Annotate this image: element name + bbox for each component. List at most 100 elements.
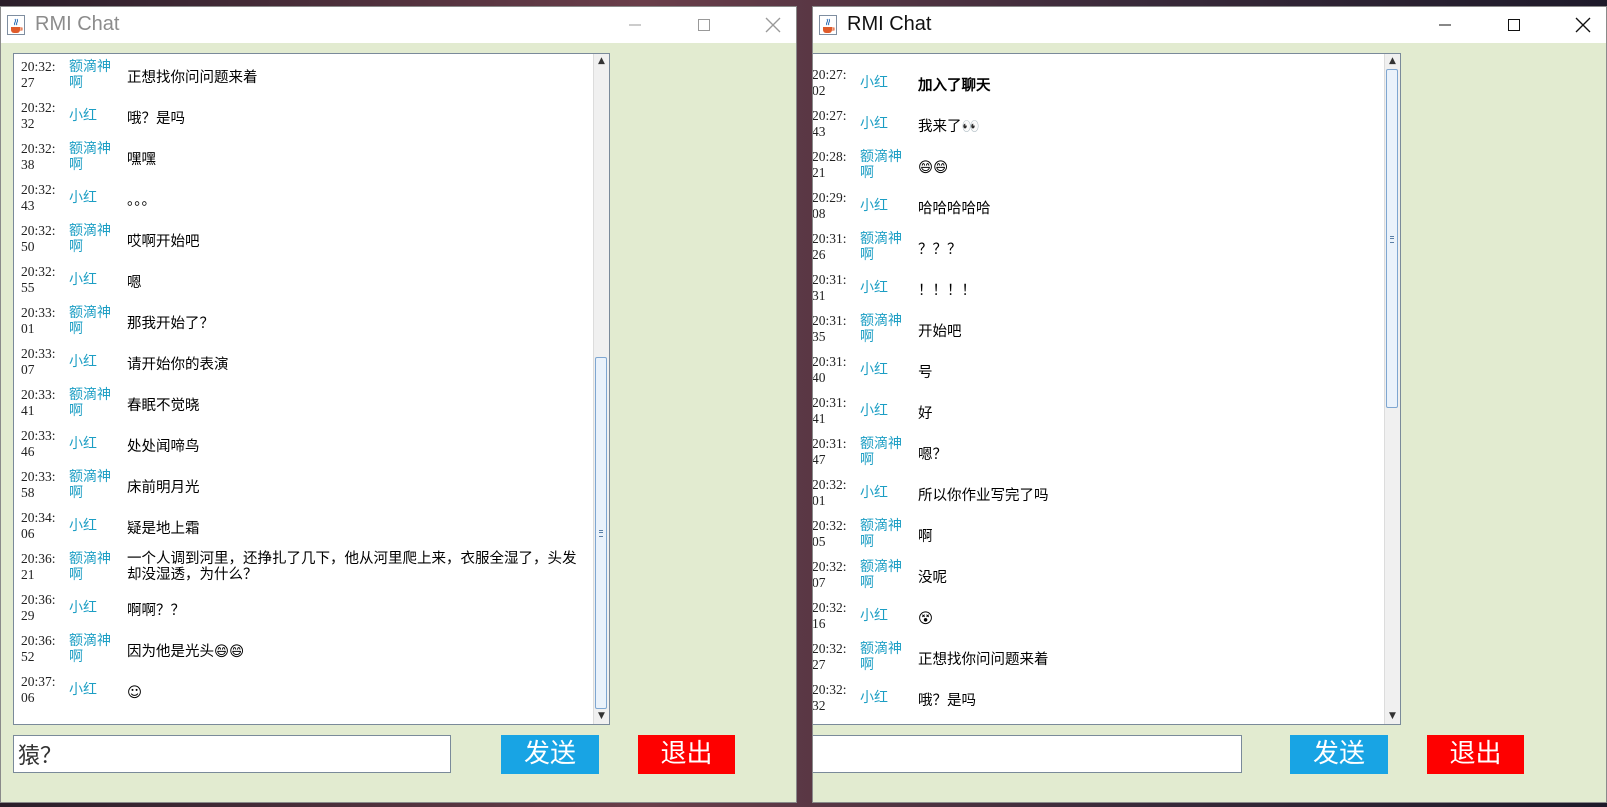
table-row: 20:36: 52 额滴神啊因为他是光头😄😄 xyxy=(14,631,592,672)
table-row: 20:32: 01 小红 所以你作业写完了吗 xyxy=(813,475,1383,516)
minimize-icon xyxy=(1439,24,1451,26)
table-row: 20:31: 26 额滴神啊 ？？？ xyxy=(812,229,1383,270)
sender-name: 小红 xyxy=(69,354,97,370)
message-input[interactable] xyxy=(13,735,451,773)
minimize-button[interactable] xyxy=(1422,7,1468,43)
chat-history[interactable]: 20:27: 02 小红 加入了聊天 20:27: 43 小红 我来了👀 20:28: 21 额滴神… xyxy=(812,53,1401,725)
message-text: 开始吧 xyxy=(918,323,962,340)
sender-name: 小红 xyxy=(860,75,888,91)
sender-name: 小红 xyxy=(860,198,888,214)
window-title: RMI Chat xyxy=(35,13,120,35)
sender-name: 小红 xyxy=(860,485,888,501)
sender-name: 小红 xyxy=(69,682,97,698)
message-time: 20:32: 05 xyxy=(812,518,847,549)
table-row: 20:33: 07 小红 请开始你的表演 xyxy=(14,344,592,385)
message-text: 因为他是光头😄😄 xyxy=(127,643,245,660)
sender-name: 额滴神啊 xyxy=(69,551,111,583)
message-time: 20:32: 27 xyxy=(812,641,847,672)
message-time: 20:36: 29 xyxy=(21,592,56,623)
message-text: 好 xyxy=(918,405,933,422)
message-time: 20:27: 02 xyxy=(812,67,847,98)
scrollbar-thumb[interactable] xyxy=(595,357,607,709)
message-time: 20:32: 16 xyxy=(812,600,847,631)
message-time: 20:32: 32 xyxy=(21,100,56,131)
vertical-scrollbar[interactable]: ▲ ▼ xyxy=(1384,54,1400,724)
quit-button[interactable]: 退出 xyxy=(1427,735,1524,774)
table-row: 20:32: 32 小红 哦？是吗 xyxy=(813,680,1383,721)
message-time: 20:31: 26 xyxy=(812,231,847,262)
table-row: 20:31: 35 额滴神啊开始吧 xyxy=(813,311,1383,352)
message-time: 20:32: 27 xyxy=(21,59,56,90)
maximize-button[interactable] xyxy=(1491,7,1537,43)
sender-name: 小红 xyxy=(860,403,888,419)
message-time: 20:37: 06 xyxy=(21,674,56,705)
chat-history[interactable]: 16 20:32:27额滴神啊正想找你问问题来着20:32:32小红哦？是吗20… xyxy=(13,53,610,725)
message-text: 哈哈哈哈哈 xyxy=(918,200,991,217)
message-text: 所以你作业写完了吗 xyxy=(918,487,1049,504)
message-text: 哦？是吗 xyxy=(127,110,185,127)
scroll-down-arrow-icon[interactable]: ▼ xyxy=(1385,709,1400,724)
scroll-up-arrow-icon[interactable]: ▲ xyxy=(594,54,609,69)
sender-name: 小红 xyxy=(69,108,97,124)
sender-name: 额滴神啊 xyxy=(69,223,111,255)
message-time: 20:27: 43 xyxy=(812,108,847,139)
maximize-button[interactable] xyxy=(681,7,727,43)
sender-name: 小红 xyxy=(69,272,97,288)
minimize-icon xyxy=(629,24,641,26)
table-row: 20:33: 41 额滴神啊春眠不觉晓 xyxy=(14,385,592,426)
message-list: 16 20:32:27额滴神啊正想找你问问题来着20:32:32小红哦？是吗20… xyxy=(14,54,592,713)
sender-name: 小红 xyxy=(860,362,888,378)
message-text: 那我开始了？ xyxy=(127,315,214,332)
title-bar[interactable]: RMI Chat xyxy=(813,7,1606,43)
message-time: 20:32: 55 xyxy=(21,264,56,295)
send-button[interactable]: 发送 xyxy=(501,735,599,774)
message-text: 哦？是吗 xyxy=(918,692,976,709)
message-text: ！！！！ xyxy=(918,282,976,299)
chat-window-left: RMI Chat 16 20:32:27额滴神啊正想找你问问题来着20:32:3… xyxy=(0,6,797,803)
scrollbar-thumb[interactable] xyxy=(1386,69,1398,409)
sender-name: 额滴神啊 xyxy=(860,436,902,468)
message-text: 。。。 xyxy=(127,192,156,209)
sender-name: 小红 xyxy=(69,190,97,206)
sender-name: 额滴神啊 xyxy=(860,231,902,263)
message-text: 号 xyxy=(918,364,933,381)
table-row: 20:29: 08 小红 哈哈哈哈哈 xyxy=(813,188,1383,229)
scroll-up-arrow-icon[interactable]: ▲ xyxy=(1385,54,1400,69)
sender-name: 小红 xyxy=(69,518,97,534)
message-text: 😵 xyxy=(918,610,934,627)
java-coffee-icon xyxy=(819,15,837,35)
close-button[interactable] xyxy=(750,7,796,43)
message-text: 正想找你问问题来着 xyxy=(918,651,1049,668)
minimize-button[interactable] xyxy=(612,7,658,43)
message-text: 加入了聊天 xyxy=(918,77,991,94)
sender-name: 小红 xyxy=(860,116,888,132)
table-row: 20:32: 38 额滴神啊嘿嘿 xyxy=(14,139,592,180)
maximize-icon xyxy=(698,19,710,31)
vertical-scrollbar[interactable]: ▲ ▼ xyxy=(593,54,609,724)
message-text: 啊啊？？ xyxy=(127,602,185,619)
table-row: 20:32: 07 额滴神啊没呢 xyxy=(813,557,1383,598)
table-row: 20:32: 50 额滴神啊哎啊开始吧 xyxy=(14,221,592,262)
table-row: 20:33: 46 小红 处处闻啼鸟 xyxy=(14,426,592,467)
title-bar[interactable]: RMI Chat xyxy=(1,7,796,43)
quit-button[interactable]: 退出 xyxy=(638,735,735,774)
message-list: 20:27: 02 小红 加入了聊天 20:27: 43 小红 我来了👀 20:28: 21 额滴神… xyxy=(812,65,1383,721)
table-row: 20:34: 06 小红 疑是地上霜 xyxy=(14,508,592,549)
sender-name: 额滴神啊 xyxy=(860,149,902,181)
send-button[interactable]: 发送 xyxy=(1290,735,1388,774)
message-text: ？？？ xyxy=(918,241,962,258)
scroll-down-arrow-icon[interactable]: ▼ xyxy=(594,709,609,724)
message-time: 20:36: 21 xyxy=(21,551,56,582)
close-button[interactable] xyxy=(1560,7,1606,43)
message-text: 请开始你的表演 xyxy=(127,356,229,373)
message-input[interactable] xyxy=(813,735,1242,773)
message-text: ☺ xyxy=(127,684,143,701)
sender-name: 额滴神啊 xyxy=(860,313,902,345)
table-row: 20:37: 06 小红 ☺ xyxy=(14,672,592,713)
chat-window-right: RMI Chat 20:27: 02 小红 加入了聊天 20:27: 43 小红 我来了👀 20… xyxy=(812,6,1607,803)
table-row: 20:36: 21 额滴神啊一个人调到河里，还挣扎了几下，他从河里爬上来，衣服全湿了… xyxy=(14,549,592,590)
message-time: 20:34: 06 xyxy=(21,510,56,541)
message-time: 20:33: 07 xyxy=(21,346,56,377)
message-time: 20:32: 50 xyxy=(21,223,56,254)
sender-name: 小红 xyxy=(69,600,97,616)
